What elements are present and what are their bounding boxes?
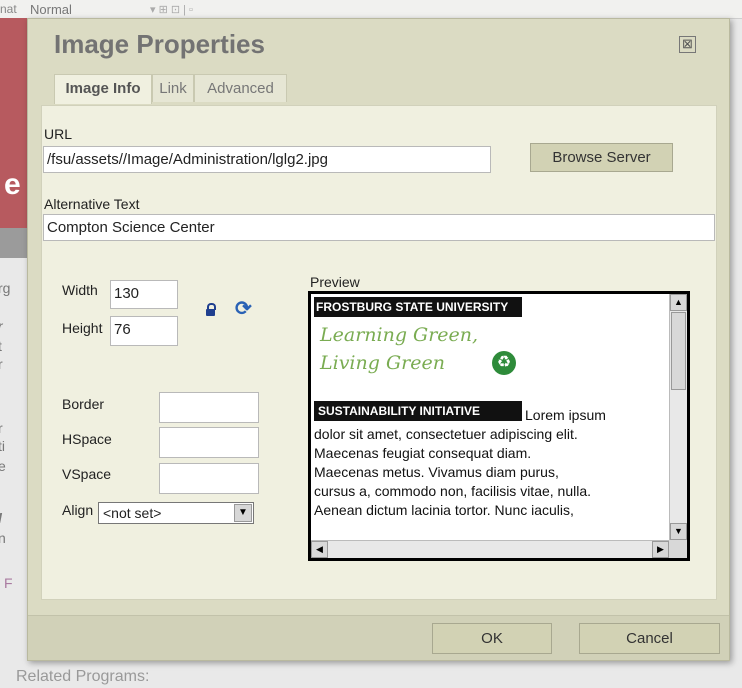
logo-header-text: FROSTBURG STATE UNIVERSITY [314,297,522,317]
browse-server-button[interactable]: Browse Server [530,143,673,172]
tab-link[interactable]: Link [152,74,194,102]
background-text: rg [0,280,11,296]
height-label: Height [62,320,103,336]
align-select[interactable]: <not set> ▼ [98,502,254,524]
background-toolbar: nat Normal ▾ ⊞ ⊡ | ▫ [0,0,742,19]
chevron-down-icon[interactable]: ▼ [234,504,252,522]
image-properties-dialog: Image Properties ⊠ Image Info Link Advan… [27,18,730,661]
background-text: r [0,420,3,436]
preview-text: dolor sit amet, consectetuer adipiscing … [314,426,578,442]
background-strip [0,228,28,258]
preview-image: FROSTBURG STATE UNIVERSITY Learning Gree… [314,297,522,421]
scroll-left-icon[interactable]: ◀ [311,541,328,558]
logo-footer-text: SUSTAINABILITY INITIATIVE [314,401,522,421]
horizontal-scrollbar[interactable]: ◀ ▶ [311,540,669,558]
preview-text: Maecenas metus. Vivamus diam purus, [314,464,559,480]
url-input[interactable]: /fsu/assets//Image/Administration/lglg2.… [43,146,491,173]
url-label: URL [44,126,73,142]
scroll-right-icon[interactable]: ▶ [652,541,669,558]
background-text: t [0,338,26,354]
border-input[interactable] [159,392,259,423]
background-banner-text: e [4,168,21,201]
preview-text: Lorem ipsum [525,407,606,423]
background-toolbar-fragment-left: nat [0,2,17,16]
reset-size-icon[interactable]: ⟳ [235,296,252,321]
preview-label: Preview [310,274,360,290]
cancel-button[interactable]: Cancel [579,623,720,654]
scroll-up-icon[interactable]: ▲ [670,294,687,311]
tab-advanced[interactable]: Advanced [194,74,287,102]
height-input[interactable]: 76 [110,316,178,346]
background-format-dropdown: Normal [30,2,72,17]
hspace-input[interactable] [159,427,259,458]
border-label: Border [62,396,105,412]
background-text: r [0,318,26,334]
background-toolbar-icons: ▾ ⊞ ⊡ | ▫ [150,4,193,16]
vertical-scrollbar[interactable]: ▲ ▼ [669,294,687,540]
hspace-label: HSpace [62,431,112,447]
lock-ratio-icon[interactable] [206,303,216,316]
image-info-panel: URL /fsu/assets//Image/Administration/lg… [41,105,717,600]
scroll-thumb[interactable] [671,312,686,390]
logo-line-two: Living Green [320,352,445,374]
dialog-title: Image Properties [54,29,265,59]
background-text: ti [0,438,5,454]
alternative-text-input[interactable]: Compton Science Center [43,214,715,241]
background-text: l [0,510,26,526]
align-label: Align [62,502,94,518]
preview-pane: FROSTBURG STATE UNIVERSITY Learning Gree… [308,291,690,561]
vspace-input[interactable] [159,463,259,494]
background-text: n [0,530,6,546]
ok-button[interactable]: OK [432,623,552,654]
background-text: r [0,356,3,372]
background-text: e [0,458,6,474]
background-banner: e [0,18,28,228]
vspace-label: VSpace [62,466,112,482]
preview-text: Aenean dictum lacinia tortor. Nunc iacul… [314,502,574,518]
close-icon[interactable]: ⊠ [679,36,696,53]
width-label: Width [62,282,98,298]
align-select-value: <not set> [103,505,162,521]
recycle-icon: ♻ [492,351,516,375]
preview-text: cursus a, commodo non, facilisis vitae, … [314,483,592,499]
tab-image-info[interactable]: Image Info [54,74,152,104]
dialog-footer: OK Cancel [28,616,729,660]
logo-line-one: Learning Green, [320,324,479,346]
alternative-text-label: Alternative Text [44,196,140,212]
scrollbar-corner [669,540,687,558]
scroll-down-icon[interactable]: ▼ [670,523,687,540]
width-input[interactable]: 130 [110,280,178,309]
preview-text: Maecenas feugiat consequat diam. [314,445,532,461]
background-related-programs: Related Programs: [16,668,150,685]
